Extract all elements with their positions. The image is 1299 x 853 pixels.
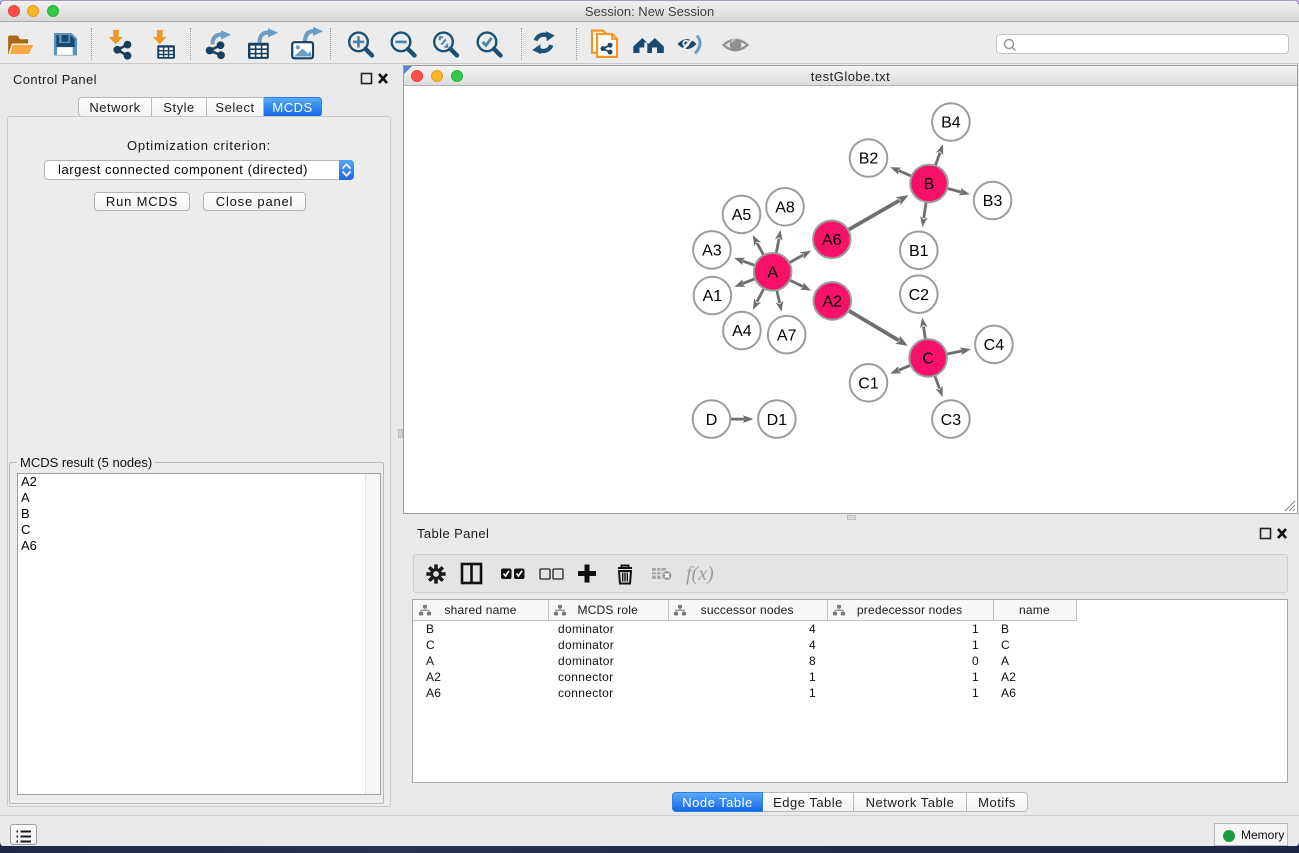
svg-text:D: D <box>706 412 718 429</box>
svg-text:B1: B1 <box>909 243 929 260</box>
svg-text:A3: A3 <box>702 243 722 260</box>
svg-text:B3: B3 <box>983 193 1003 210</box>
svg-text:A6: A6 <box>822 232 842 249</box>
svg-text:C1: C1 <box>858 376 879 393</box>
svg-text:C2: C2 <box>909 287 930 304</box>
svg-text:A1: A1 <box>703 288 723 305</box>
svg-text:C3: C3 <box>941 412 962 429</box>
svg-text:A7: A7 <box>777 327 797 344</box>
svg-text:A5: A5 <box>732 207 752 224</box>
svg-text:C4: C4 <box>984 337 1005 354</box>
svg-text:A8: A8 <box>775 200 795 217</box>
svg-text:A2: A2 <box>823 294 843 311</box>
svg-text:D1: D1 <box>767 412 788 429</box>
svg-text:B: B <box>924 176 935 193</box>
svg-text:f(x): f(x) <box>686 563 714 585</box>
svg-text:B2: B2 <box>859 151 879 168</box>
svg-text:B4: B4 <box>941 115 961 132</box>
svg-text:A: A <box>767 265 778 282</box>
svg-text:C: C <box>922 351 934 368</box>
svg-text:A4: A4 <box>732 323 752 340</box>
